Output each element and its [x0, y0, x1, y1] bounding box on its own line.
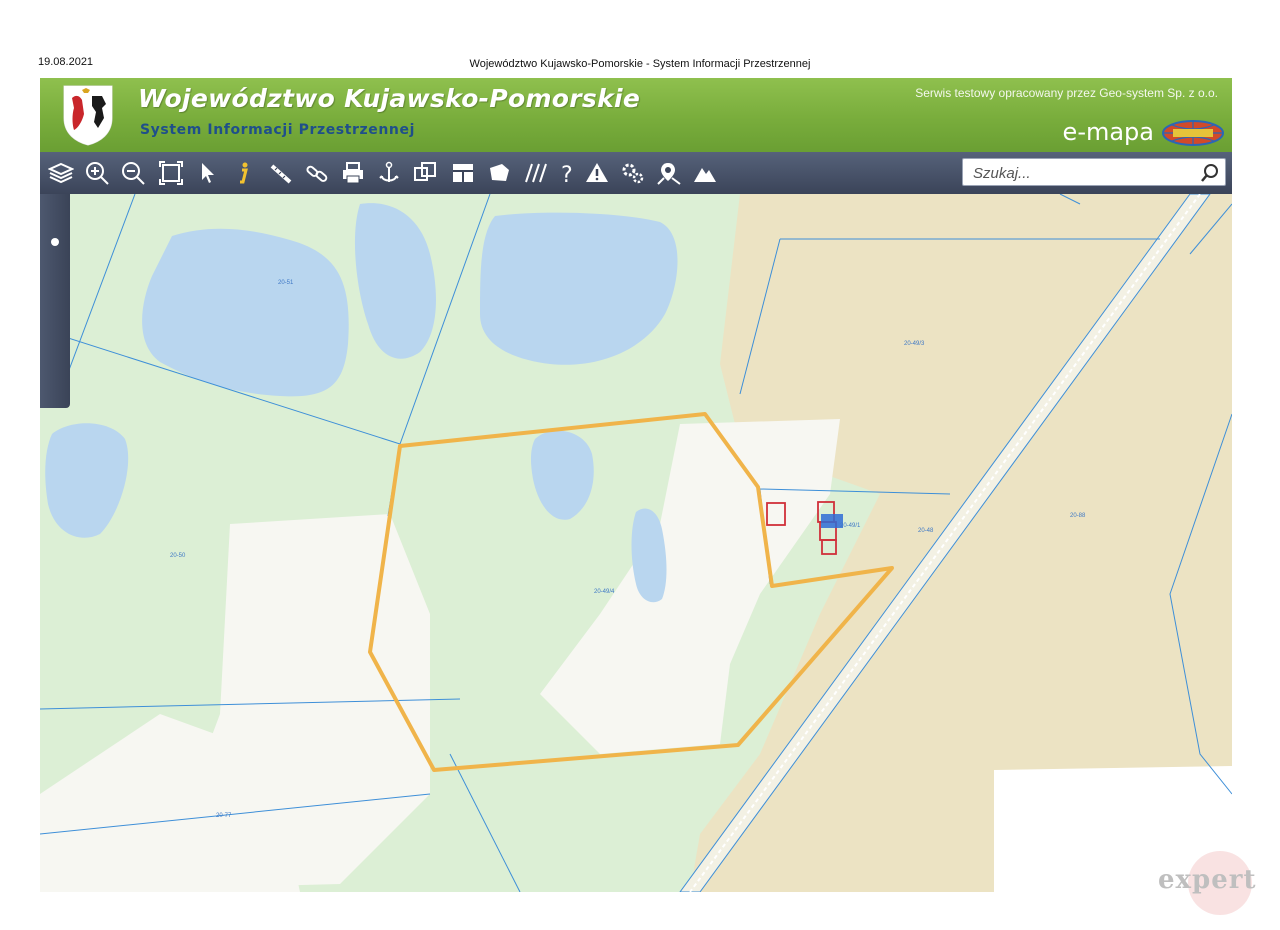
link-icon[interactable]	[302, 157, 332, 189]
map-view[interactable]: 20-51 20-49/3 20-50 20-49/4 20-49/1 20-4…	[40, 194, 1232, 892]
map-toolbar: ?	[40, 152, 1232, 194]
terrain-icon[interactable]	[690, 157, 720, 189]
app-title: Województwo Kujawsko-Pomorskie	[138, 84, 641, 113]
search-box	[962, 158, 1226, 186]
geo-system-globe-logo	[1162, 120, 1224, 146]
layers-icon[interactable]	[46, 157, 76, 189]
parcel-label: 20-49/1	[840, 523, 861, 529]
select-pointer-icon[interactable]	[192, 157, 222, 189]
help-icon[interactable]: ?	[552, 157, 582, 189]
app-header: Województwo Kujawsko-Pomorskie System In…	[40, 78, 1232, 152]
search-icon[interactable]	[1199, 162, 1221, 184]
search-input[interactable]	[971, 162, 1195, 184]
side-panel-handle[interactable]	[40, 194, 70, 408]
parcel-label: 20-49/4	[594, 589, 615, 595]
pan-icon[interactable]	[374, 157, 404, 189]
side-panel-dot[interactable]	[51, 238, 59, 246]
layout-icon[interactable]	[448, 157, 478, 189]
compare-icon[interactable]	[410, 157, 440, 189]
hatch-icon[interactable]	[520, 157, 550, 189]
zoom-out-icon[interactable]	[118, 157, 148, 189]
coat-of-arms-logo	[63, 85, 113, 146]
parcel-label: 20-49/3	[904, 341, 925, 347]
zoom-in-icon[interactable]	[82, 157, 112, 189]
location-icon[interactable]	[654, 157, 684, 189]
map-canvas[interactable]: 20-51 20-49/3 20-50 20-49/4 20-49/1 20-4…	[40, 194, 1232, 892]
info-icon[interactable]	[228, 157, 258, 189]
app-subtitle: System Informacji Przestrzennej	[140, 122, 415, 138]
warning-icon[interactable]	[582, 157, 612, 189]
settings-icon[interactable]	[618, 157, 648, 189]
print-title: Województwo Kujawsko-Pomorskie - System …	[469, 58, 811, 70]
parcel-label: 20-88	[1070, 513, 1086, 519]
parcel-label: 20-77	[216, 813, 232, 819]
measure-icon[interactable]	[266, 157, 296, 189]
polygon-icon[interactable]	[484, 157, 514, 189]
parcel-label: 20-50	[170, 553, 186, 559]
print-icon[interactable]	[338, 157, 368, 189]
watermark-text: expert	[1158, 865, 1257, 895]
parcel-label: 20-48	[918, 528, 934, 534]
svg-text:?: ?	[561, 163, 573, 186]
credit-text: Serwis testowy opracowany przez Geo-syst…	[915, 86, 1218, 100]
zoom-extent-icon[interactable]	[156, 157, 186, 189]
parcel-label: 20-51	[278, 280, 294, 286]
emapa-brand: e-mapa	[1062, 118, 1154, 146]
watermark: expert	[1150, 845, 1275, 925]
